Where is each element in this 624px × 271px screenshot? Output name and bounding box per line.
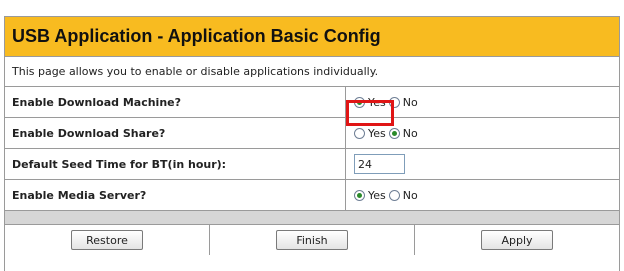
page-description: This page allows you to enable or disabl…	[5, 57, 619, 87]
row-media-server: Enable Media Server? Yes No	[5, 180, 619, 211]
download-share-no-radio[interactable]: No	[388, 127, 418, 140]
config-panel: USB Application - Application Basic Conf…	[4, 16, 620, 271]
download-machine-no-radio[interactable]: No	[388, 96, 418, 109]
title-bar: USB Application - Application Basic Conf…	[5, 17, 619, 57]
radio-checked-icon	[388, 127, 400, 139]
radio-checked-icon	[354, 189, 365, 201]
media-server-label: Enable Media Server?	[5, 180, 346, 210]
download-share-radio-group: Yes No	[354, 127, 421, 140]
media-server-radio-group: Yes No	[354, 189, 421, 202]
download-machine-label: Enable Download Machine?	[5, 87, 346, 117]
separator-bar	[5, 211, 619, 225]
finish-button[interactable]: Finish	[276, 230, 348, 250]
media-server-yes-radio[interactable]: Yes	[354, 189, 386, 202]
seed-time-input[interactable]	[354, 154, 405, 174]
download-machine-radio-group: Yes No	[354, 96, 421, 109]
row-seed-time: Default Seed Time for BT(in hour):	[5, 149, 619, 180]
seed-time-label: Default Seed Time for BT(in hour):	[5, 149, 346, 179]
row-download-machine: Enable Download Machine? Yes No	[5, 87, 619, 118]
radio-unchecked-icon	[388, 189, 400, 201]
download-share-yes-radio[interactable]: Yes	[354, 127, 386, 140]
radio-unchecked-icon	[354, 127, 365, 139]
row-download-share: Enable Download Share? Yes No	[5, 118, 619, 149]
page-title: USB Application - Application Basic Conf…	[12, 26, 381, 46]
download-machine-yes-radio[interactable]: Yes	[354, 96, 386, 109]
apply-button[interactable]: Apply	[481, 230, 553, 250]
radio-checked-icon	[354, 96, 365, 108]
download-share-label: Enable Download Share?	[5, 118, 346, 148]
media-server-no-radio[interactable]: No	[388, 189, 418, 202]
restore-button[interactable]: Restore	[71, 230, 143, 250]
radio-unchecked-icon	[388, 96, 400, 108]
button-row: Restore Finish Apply	[5, 225, 619, 255]
